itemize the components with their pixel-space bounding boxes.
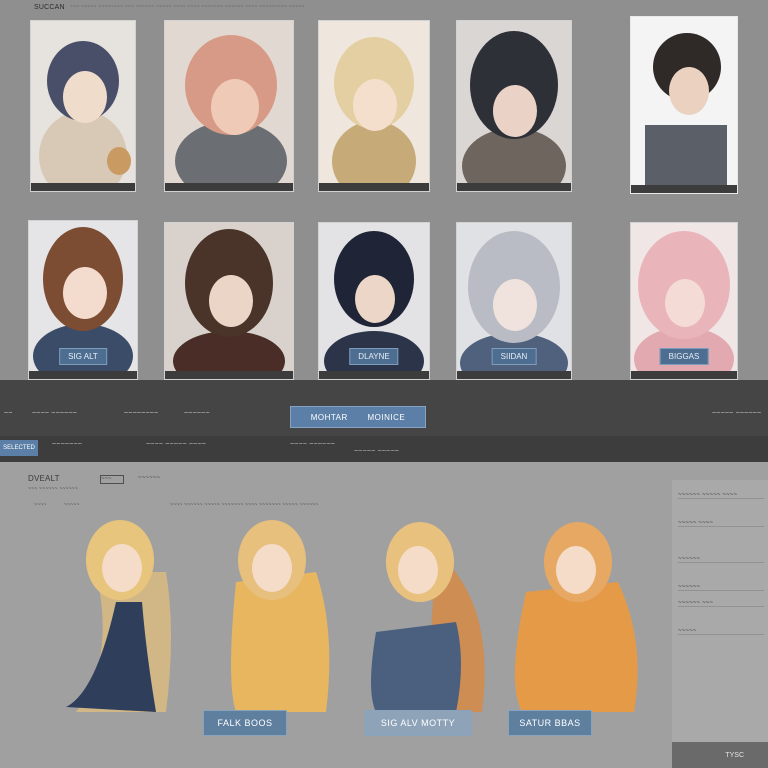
card-footer <box>457 183 571 191</box>
card-label: SIIDAN <box>491 348 537 365</box>
gallery-card[interactable] <box>164 222 294 380</box>
action-label-right: MOINICE <box>367 412 406 422</box>
status-item: ~~~~ ~~~~~~ <box>290 441 336 448</box>
side-panel-footer[interactable]: TYSC <box>672 742 768 768</box>
toolbar-label[interactable]: ~~~~~ ~~~~~~ <box>712 410 761 417</box>
status-badge[interactable]: SELECTED <box>0 440 38 456</box>
gallery-card[interactable] <box>318 20 430 192</box>
character-figure[interactable] <box>356 512 496 722</box>
detail-panel: DVEALT ~~~ ~~~~~~ ~~~~~~ ~~~ ~~~~~~ ~~~~… <box>0 462 768 768</box>
card-footer <box>165 183 293 191</box>
image-gallery: SUCCAN ~~~ ~~~~~ ~~~~~~~~ ~~~ ~~~~~~ ~~~… <box>0 0 768 380</box>
gallery-card[interactable]: DLAYNE <box>318 222 430 380</box>
toolbar-label[interactable]: ~~~~~~ <box>184 410 210 417</box>
character-image <box>514 522 638 712</box>
portrait-image <box>165 21 293 191</box>
character-figure[interactable] <box>506 512 646 722</box>
card-footer <box>31 183 135 191</box>
tab-item[interactable]: ~~~~~~ <box>138 475 160 481</box>
portrait-image <box>165 223 293 379</box>
page-subtitle: ~~~ ~~~~~~ ~~~~~~ <box>28 486 78 492</box>
portrait-image <box>319 21 429 191</box>
figure-caption[interactable]: SIG ALV MOTTY <box>364 710 472 736</box>
character-figure[interactable] <box>206 512 346 722</box>
gallery-card[interactable] <box>30 20 136 192</box>
primary-action-button[interactable]: MOHTAR MOINICE <box>290 406 426 428</box>
filter-item[interactable]: ~~~~ <box>34 502 46 508</box>
portrait-image <box>631 17 737 193</box>
side-row[interactable]: ~~~~~~ ~~~ <box>678 600 764 607</box>
gallery-card[interactable] <box>630 16 738 194</box>
status-item: ~~~~ ~~~~~ ~~~~ <box>146 441 207 448</box>
tab-label: ~~~ <box>101 476 112 482</box>
toolbar-label: ~~ <box>4 410 13 417</box>
gallery-card[interactable]: SIIDAN <box>456 222 572 380</box>
card-footer <box>319 371 429 379</box>
card-footer <box>631 371 737 379</box>
gallery-caption: ~~~ ~~~~~ ~~~~~~~~ ~~~ ~~~~~~ ~~~~~ ~~~~… <box>70 4 305 10</box>
card-label: BIGGAS <box>659 348 709 365</box>
card-footer <box>457 371 571 379</box>
side-row[interactable]: ~~~~~~ ~~~~~ ~~~~ <box>678 492 764 499</box>
portrait-image <box>31 21 135 191</box>
status-item: ~~~~~~~ <box>52 441 83 448</box>
card-label: SIG ALT <box>59 348 107 365</box>
card-footer <box>319 183 429 191</box>
card-footer <box>165 371 293 379</box>
portrait-image <box>457 21 571 191</box>
side-row[interactable]: ~~~~~~ <box>678 556 764 563</box>
card-footer <box>29 371 137 379</box>
filter-item[interactable]: ~~~~ ~~~~~~ ~~~~~ ~~~~~~~ ~~~~ ~~~~~~~ ~… <box>170 502 318 508</box>
side-row[interactable]: ~~~~~~ <box>678 584 764 591</box>
gallery-card[interactable] <box>456 20 572 192</box>
character-image <box>371 522 485 712</box>
side-panel: ~~~~~~ ~~~~~ ~~~~ ~~~~~ ~~~~ ~~~~~~ ~~~~… <box>672 480 768 768</box>
filter-item[interactable]: ~~~~~ <box>64 502 80 508</box>
side-row[interactable]: ~~~~~ ~~~~ <box>678 520 764 527</box>
gallery-card[interactable]: SIG ALT <box>28 220 138 380</box>
toolbar-label[interactable]: ~~~~ ~~~~~~ <box>32 410 77 417</box>
breadcrumb[interactable]: SUCCAN <box>34 4 65 11</box>
status-bar: SELECTED ~~~~~~~ ~~~~ ~~~~~ ~~~~ ~~~~ ~~… <box>0 436 768 462</box>
tab-selected[interactable]: ~~~ <box>100 475 124 484</box>
character-figure[interactable] <box>56 512 196 722</box>
gallery-card[interactable]: BIGGAS <box>630 222 738 380</box>
side-footer-label: TYSC <box>725 751 744 759</box>
figure-caption[interactable]: FALK BOOS <box>203 710 287 736</box>
status-item: ~~~~~ ~~~~~ <box>354 448 400 455</box>
toolbar-label[interactable]: ~~~~~~~~ <box>124 410 158 417</box>
card-label: DLAYNE <box>349 348 399 365</box>
side-row[interactable]: ~~~~~ <box>678 628 764 635</box>
card-footer <box>631 185 737 193</box>
action-label-left: MOHTAR <box>310 412 348 422</box>
character-image <box>66 520 171 712</box>
gallery-card[interactable] <box>164 20 294 192</box>
character-image <box>231 520 330 712</box>
page-title: DVEALT <box>28 474 60 483</box>
figure-caption[interactable]: SATUR BBAS <box>508 710 592 736</box>
toolbar: ~~ ~~~~ ~~~~~~ ~~~~~~~~ ~~~~~~ MOHTAR MO… <box>0 380 768 436</box>
